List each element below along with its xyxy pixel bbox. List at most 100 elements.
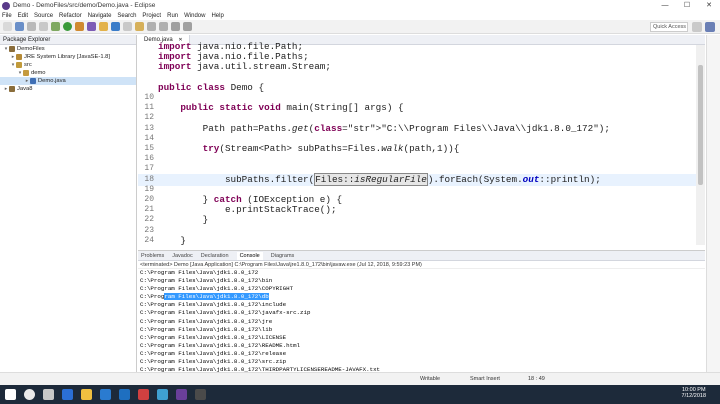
package-explorer-tab[interactable]: Package Explorer [0, 35, 136, 45]
tab-declaration[interactable]: Declaration [201, 253, 229, 259]
code-line[interactable]: 24 } [138, 235, 705, 247]
tab-problems[interactable]: Problems [141, 253, 164, 259]
selected-text[interactable]: ram Files\Java\jdk1.8.0_172\db [164, 293, 269, 301]
menu-project[interactable]: Project [142, 13, 161, 19]
clock-date: 7/12/2018 [681, 393, 706, 399]
new-java-project-icon[interactable] [87, 22, 96, 31]
tree-item[interactable]: ▾ demo [0, 69, 136, 77]
search-icon[interactable] [135, 22, 144, 31]
menu-file[interactable]: File [2, 13, 12, 19]
status-writable: Writable [420, 376, 441, 382]
minimize-button[interactable]: — [654, 0, 676, 11]
tree-node-icon [9, 46, 15, 52]
console-line[interactable]: C:\Program Files\Java\jdk1.8.0_172 [138, 269, 705, 277]
tree-item[interactable]: ▾ DemoFiles [0, 45, 136, 53]
forward-icon[interactable] [183, 22, 192, 31]
menu-bar: File Edit Source Refactor Navigate Searc… [0, 11, 720, 20]
tab-javadoc[interactable]: Javadoc [172, 253, 193, 259]
open-perspective-icon[interactable] [692, 22, 702, 32]
tree-item-label: DemoFiles [17, 46, 45, 52]
print-icon[interactable] [39, 22, 48, 31]
package-explorer-label: Package Explorer [3, 36, 51, 43]
scrollbar-thumb[interactable] [698, 65, 703, 185]
tree-item-label: Demo.java [38, 78, 66, 84]
menu-source[interactable]: Source [34, 13, 53, 19]
external-tools-icon[interactable] [75, 22, 84, 31]
console-line[interactable]: C:\Program Files\Java\jdk1.8.0_172\jre [138, 318, 705, 326]
console-line[interactable]: C:\Program Files\Java\jdk1.8.0_172\READM… [138, 342, 705, 350]
tree-item[interactable]: ▸ Java8 [0, 85, 136, 93]
quick-access-input[interactable]: Quick Access [650, 22, 688, 32]
right-trim-stack [706, 35, 720, 385]
project-tree: ▾ DemoFiles ▸ JRE System Library [JavaSE-1.… [0, 45, 136, 93]
tree-node-icon [30, 78, 36, 84]
eclipse-icon [2, 1, 10, 10]
console-view: Problems Javadoc Declaration Console Diagram… [138, 250, 705, 374]
console-line[interactable]: C:\Program Files\Java\jdk1.8.0_172\javaf… [138, 309, 705, 317]
console-line[interactable]: C:\Program Files\Java\jdk1.8.0_172\COPYR… [138, 285, 705, 293]
bottom-view-tabs: Problems Javadoc Declaration Console Diagram… [138, 251, 705, 261]
console-line[interactable]: C:\Program Files\Java\jdk1.8.0_172\db [138, 293, 705, 301]
file-explorer-icon[interactable] [81, 389, 92, 400]
menu-edit[interactable]: Edit [18, 13, 28, 19]
next-annotation-icon[interactable] [147, 22, 156, 31]
outlook-icon[interactable] [119, 389, 130, 400]
tree-item-label: demo [31, 70, 46, 76]
menu-navigate[interactable]: Navigate [88, 13, 112, 19]
new-class-icon[interactable] [111, 22, 120, 31]
console-output[interactable]: C:\Program Files\Java\jdk1.8.0_172 C:\Pro… [138, 269, 705, 374]
new-package-icon[interactable] [99, 22, 108, 31]
menu-run[interactable]: Run [167, 13, 178, 19]
console-line[interactable]: C:\Program Files\Java\jdk1.8.0_172\LICEN… [138, 334, 705, 342]
tab-diagrams[interactable]: Diagrams [271, 253, 295, 259]
save-all-icon[interactable] [27, 22, 36, 31]
tree-item-label: Java8 [17, 86, 33, 92]
debug-icon[interactable] [51, 22, 60, 31]
start-icon[interactable] [5, 389, 16, 400]
console-line[interactable]: C:\Program Files\Java\jdk1.8.0_172\lib [138, 326, 705, 334]
tree-item[interactable]: ▸ JRE System Library [JavaSE-1.8] [0, 53, 136, 61]
eclipse-taskbar-icon[interactable] [176, 389, 187, 400]
tree-node-icon [16, 62, 22, 68]
open-type-icon[interactable] [123, 22, 132, 31]
console-terminated-label: <terminated> Demo [Java Application] C:\… [138, 261, 705, 269]
title-bar: Demo - DemoFiles/src/demo/Demo.java - Ec… [0, 0, 720, 11]
edge-icon[interactable] [62, 389, 73, 400]
tree-item[interactable]: ▾ src [0, 61, 136, 69]
search-icon[interactable] [24, 389, 35, 400]
tree-node-icon [9, 86, 15, 92]
close-button[interactable]: ✕ [698, 0, 720, 11]
line-number: 24 [144, 235, 154, 245]
package-explorer-view: Package Explorer ▾ DemoFiles ▸ JRE System L… [0, 35, 137, 385]
menu-search[interactable]: Search [117, 13, 136, 19]
menu-refactor[interactable]: Refactor [59, 13, 82, 19]
app-icon[interactable] [138, 389, 149, 400]
new-icon[interactable] [3, 22, 12, 31]
menu-window[interactable]: Window [184, 13, 205, 19]
code-area[interactable]: import java.nio.file.Path; import java.ni… [138, 41, 705, 247]
run-icon[interactable] [63, 22, 72, 31]
maximize-button[interactable]: ☐ [676, 0, 698, 11]
java-perspective-icon[interactable] [705, 22, 715, 32]
tree-item[interactable]: ▸ Demo.java [0, 77, 136, 85]
editor-scrollbar[interactable] [696, 45, 705, 245]
menu-help[interactable]: Help [211, 13, 223, 19]
previous-annotation-icon[interactable] [159, 22, 168, 31]
settings-icon[interactable] [195, 389, 206, 400]
console-line-prefix: C:\Prog [140, 293, 165, 301]
task-view-icon[interactable] [43, 389, 54, 400]
browser-icon[interactable] [157, 389, 168, 400]
system-clock[interactable]: 10:00 PM 7/12/2018 [682, 387, 706, 399]
tab-console[interactable]: Console [236, 251, 263, 260]
store-icon[interactable] [100, 389, 111, 400]
console-line[interactable]: C:\Program Files\Java\jdk1.8.0_172\src.z… [138, 358, 705, 366]
console-line[interactable]: C:\Program Files\Java\jdk1.8.0_172\inclu… [138, 301, 705, 309]
console-line[interactable]: C:\Program Files\Java\jdk1.8.0_172\bin [138, 277, 705, 285]
console-line[interactable]: C:\Program Files\Java\jdk1.8.0_172\relea… [138, 350, 705, 358]
window-title: Demo - DemoFiles/src/demo/Demo.java - Ec… [13, 2, 156, 9]
tree-node-icon [23, 70, 29, 76]
back-icon[interactable] [171, 22, 180, 31]
windows-taskbar: 10:00 PM 7/12/2018 [0, 385, 720, 404]
save-icon[interactable] [15, 22, 24, 31]
code-text: } [158, 234, 186, 246]
